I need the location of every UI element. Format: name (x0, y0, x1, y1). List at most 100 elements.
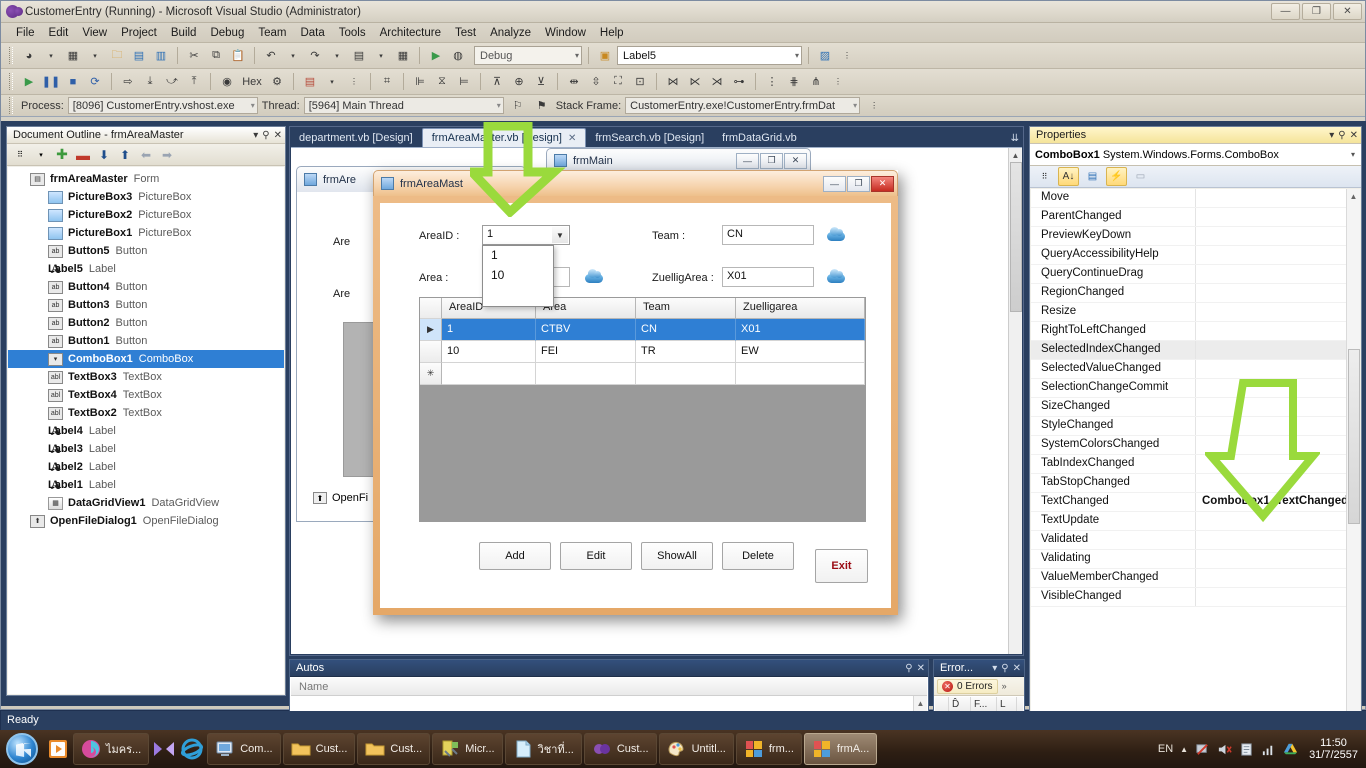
chevron-down-icon[interactable]: ▾ (85, 46, 105, 66)
navigate-back-icon[interactable]: ◕ (19, 46, 39, 66)
property-row-move[interactable]: Move (1031, 189, 1360, 208)
design-surface[interactable]: frmAre Are Are ⬆ OpenFi frmMain — ❐ ✕ fr… (291, 147, 1022, 654)
scroll-up-icon[interactable]: ▲ (1009, 148, 1022, 162)
horizontal-spacing-remove-icon[interactable]: ⊶ (729, 72, 749, 92)
cell-zulligarea[interactable] (736, 363, 865, 385)
scroll-up-icon[interactable]: ▲ (914, 696, 927, 710)
property-row-textchanged[interactable]: TextChanged ComboBox1_TextChanged (1031, 493, 1360, 512)
continue-icon[interactable]: ▶ (19, 72, 39, 92)
cell-areaid[interactable]: 1 (442, 319, 536, 341)
table-row[interactable]: ▶ 1 CTBV CN X01 (420, 319, 865, 341)
taskbar-item-3[interactable]: Cust... (357, 733, 431, 765)
tab-frmdatagrid[interactable]: frmDataGrid.vb (713, 128, 806, 147)
tab-frmsearch-design[interactable]: frmSearch.vb [Design] (586, 128, 713, 147)
menu-item-project[interactable]: Project (114, 25, 164, 41)
scrollbar-thumb[interactable] (1010, 162, 1022, 312)
close-icon[interactable]: ✕ (1013, 663, 1021, 674)
properties-object-selector[interactable]: ComboBox1 System.Windows.Forms.ComboBox … (1030, 144, 1361, 166)
save-icon[interactable]: ▤ (129, 46, 149, 66)
cell-area[interactable]: FEI (536, 341, 636, 363)
flag-all-threads-icon[interactable]: ⚑ (532, 96, 552, 116)
column-header-description[interactable]: D̂ (949, 697, 971, 712)
dialog-frmareamaster[interactable]: frmAreaMast — ❐ ✕ AreaID : 1 ▼ 1 10 Team… (373, 170, 898, 615)
move-left-icon[interactable]: ⬅ (138, 147, 154, 163)
chevron-down-icon[interactable]: ▾ (371, 46, 391, 66)
property-row-tabstopchanged[interactable]: TabStopChanged (1031, 474, 1360, 493)
stop-debugging-icon[interactable]: ■ (63, 72, 83, 92)
cloud-icon[interactable] (585, 269, 603, 283)
menu-item-window[interactable]: Window (538, 25, 593, 41)
align-lefts-icon[interactable]: ⊫ (410, 72, 430, 92)
property-row-selectedvaluechanged[interactable]: SelectedValueChanged (1031, 360, 1360, 379)
menu-item-test[interactable]: Test (448, 25, 483, 41)
categorized-view-icon[interactable]: ⠿ (1034, 167, 1055, 186)
property-row-regionchanged[interactable]: RegionChanged (1031, 284, 1360, 303)
network-icon[interactable] (1195, 742, 1210, 757)
menu-item-tools[interactable]: Tools (332, 25, 373, 41)
taskbar-item-5[interactable]: วิชาที่... (504, 733, 582, 765)
property-row-visiblechanged[interactable]: VisibleChanged (1031, 588, 1360, 607)
center-horizontally-icon[interactable]: ⋕ (784, 72, 804, 92)
toolbar-grip[interactable] (9, 47, 13, 64)
chevron-down-icon[interactable]: ▾ (253, 130, 258, 141)
property-value[interactable] (1196, 417, 1360, 435)
align-centers-icon[interactable]: ⧖ (432, 72, 452, 92)
outline-item-textbox3[interactable]: abl TextBox3 TextBox (8, 368, 284, 386)
property-value[interactable] (1196, 303, 1360, 321)
windows-icon[interactable]: ▤ (300, 72, 320, 92)
taskbar-item-8[interactable]: frm... (735, 733, 802, 765)
tab-overflow-icon[interactable]: ⇊ (1011, 133, 1019, 144)
cell-team[interactable] (636, 363, 736, 385)
size-to-grid-icon[interactable]: ⛶ (608, 72, 628, 92)
outline-item-label5[interactable]: A Label5 Label (8, 260, 284, 278)
toolbar-grip[interactable] (9, 73, 13, 90)
outline-item-button2[interactable]: ab Button2 Button (8, 314, 284, 332)
cell-areaid[interactable]: 10 (442, 341, 536, 363)
hex-display-button[interactable]: Hex (239, 72, 265, 92)
move-right-icon[interactable]: ➡ (159, 147, 175, 163)
property-value[interactable] (1196, 208, 1360, 226)
size-to-fit-icon[interactable]: ⊡ (630, 72, 650, 92)
property-row-tabindexchanged[interactable]: TabIndexChanged (1031, 455, 1360, 474)
cloud-icon[interactable] (827, 227, 845, 241)
taskbar-item-2[interactable]: Cust... (282, 733, 356, 765)
property-row-queryaccessibilityhelp[interactable]: QueryAccessibilityHelp (1031, 246, 1360, 265)
errors-filter-button[interactable]: ✕ 0 Errors (937, 678, 998, 694)
property-row-validated[interactable]: Validated (1031, 531, 1360, 550)
step-out-icon[interactable]: ⤒ (184, 72, 204, 92)
chevron-down-icon[interactable]: ▾ (327, 46, 347, 66)
property-row-selectedindexchanged[interactable]: SelectedIndexChanged (1031, 341, 1360, 360)
language-indicator[interactable]: EN (1158, 743, 1173, 755)
alphabetical-sort-icon[interactable]: A↓ (1058, 167, 1079, 186)
outline-item-textbox2[interactable]: abl TextBox2 TextBox (8, 404, 284, 422)
close-icon[interactable]: ✕ (274, 130, 282, 141)
cell-area[interactable]: CTBV (536, 319, 636, 341)
dropdown-item-1[interactable]: 1 (483, 246, 553, 266)
property-pages-icon[interactable]: ▭ (1130, 167, 1151, 186)
save-all-icon[interactable]: ▥ (151, 46, 171, 66)
tab-frmareamaster-design[interactable]: frmAreaMaster.vb [Design] ✕ (421, 128, 587, 147)
cell-areaid[interactable] (442, 363, 536, 385)
cloud-icon[interactable] (827, 269, 845, 283)
find-target-icon[interactable]: ▣ (595, 46, 615, 66)
property-value[interactable] (1196, 474, 1360, 492)
document-outline-tree[interactable]: ▤ frmAreaMaster Form PictureBox3 Picture… (8, 167, 284, 694)
column-header-team[interactable]: Team (636, 298, 736, 319)
add-button[interactable]: Add (479, 542, 551, 570)
areaid-dropdown-list[interactable]: 1 10 (482, 245, 554, 307)
dialog-titlebar[interactable]: frmAreaMast — ❐ ✕ (373, 170, 898, 196)
showall-button[interactable]: ShowAll (641, 542, 713, 570)
events-view-icon[interactable]: ⚡ (1106, 167, 1127, 186)
property-value[interactable] (1196, 569, 1360, 587)
maximize-button[interactable]: ❐ (760, 152, 783, 169)
close-icon[interactable]: ✕ (917, 663, 925, 674)
menu-item-data[interactable]: Data (293, 25, 331, 41)
toolbox-icon[interactable]: ▨ (815, 46, 835, 66)
table-row[interactable]: 10 FEI TR EW (420, 341, 865, 363)
menu-item-analyze[interactable]: Analyze (483, 25, 538, 41)
property-value[interactable] (1196, 189, 1360, 207)
property-value[interactable] (1196, 512, 1360, 530)
move-up-icon[interactable]: ⬆ (117, 147, 133, 163)
outline-item-picturebox2[interactable]: PictureBox2 PictureBox (8, 206, 284, 224)
property-row-textupdate[interactable]: TextUpdate (1031, 512, 1360, 531)
